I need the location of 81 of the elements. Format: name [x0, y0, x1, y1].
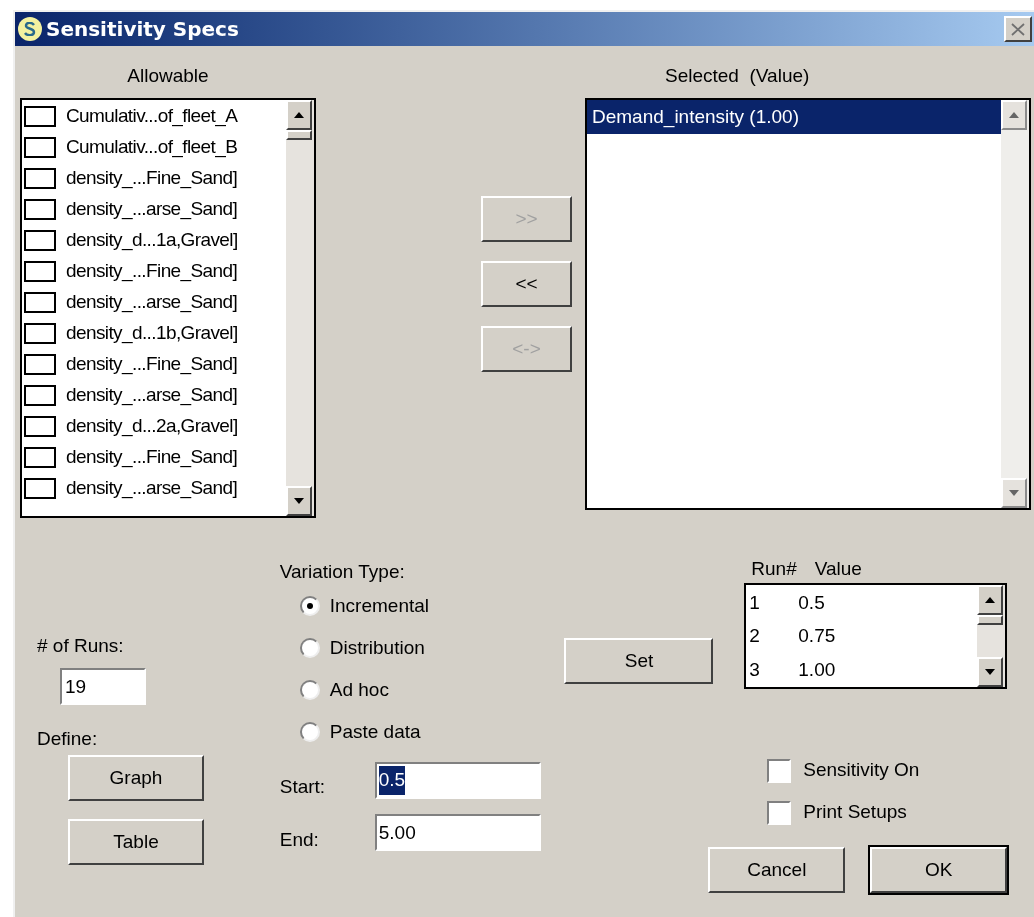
- dialog-button[interactable]: <<: [481, 261, 572, 307]
- table-cell-text: 2: [748, 624, 761, 649]
- table-cell-text: 1.00: [798, 657, 836, 682]
- scroll-up-button[interactable]: [977, 585, 1004, 615]
- checkbox[interactable]: [24, 292, 56, 313]
- up-triangle-icon: [1009, 112, 1019, 118]
- scroll-thumb[interactable]: [977, 615, 1004, 625]
- dialog-button[interactable]: Set: [564, 638, 714, 684]
- runs-label: # of Runs:: [37, 634, 125, 658]
- radio-button[interactable]: [299, 680, 320, 700]
- list-item[interactable]: Demand_intensity (1.00): [587, 100, 1001, 134]
- list-item[interactable]: density_...Fine_Sand]: [24, 256, 286, 287]
- checkbox[interactable]: [24, 168, 56, 189]
- down-triangle-icon: [294, 498, 304, 504]
- radio-option[interactable]: Incremental: [299, 585, 565, 627]
- checkbox[interactable]: [24, 323, 56, 344]
- checkbox[interactable]: [767, 758, 792, 783]
- checkbox[interactable]: [24, 106, 56, 127]
- list-item[interactable]: density_d...1a,Gravel]: [24, 225, 286, 256]
- checkbox[interactable]: [24, 478, 56, 499]
- list-item[interactable]: Cumulativ...of_fleet_A: [24, 101, 286, 132]
- window-title: Sensitivity Specs: [46, 16, 239, 43]
- radio-option[interactable]: Ad hoc: [299, 669, 565, 711]
- list-item[interactable]: density_...arse_Sand]: [24, 194, 286, 225]
- up-triangle-icon: [294, 112, 304, 118]
- down-triangle-icon: [1009, 490, 1019, 496]
- range-label: Start:: [279, 775, 327, 799]
- close-button[interactable]: [1004, 16, 1032, 42]
- checkbox-option[interactable]: Print Setups: [767, 798, 1034, 827]
- radio-option[interactable]: Distribution: [299, 627, 565, 669]
- scroll-down-button[interactable]: [286, 486, 312, 516]
- table-cell-text: 3: [748, 657, 761, 682]
- scroll-up-button[interactable]: [286, 100, 312, 130]
- define-label: Define:: [37, 727, 99, 751]
- list-item[interactable]: Cumulativ...of_fleet_B: [24, 132, 286, 163]
- radio-button[interactable]: [299, 638, 320, 658]
- checkbox[interactable]: [767, 800, 792, 825]
- radio-option[interactable]: Paste data: [299, 711, 565, 753]
- app-icon: [18, 17, 42, 41]
- dialog-button[interactable]: Graph: [68, 755, 204, 801]
- list-item[interactable]: density_...arse_Sand]: [24, 380, 286, 411]
- allowable-label: Allowable: [127, 64, 209, 86]
- checkbox[interactable]: [24, 385, 56, 406]
- checkbox[interactable]: [24, 416, 56, 437]
- range-field[interactable]: 0.5: [374, 761, 541, 799]
- column-header: Run#: [751, 557, 797, 579]
- checkbox[interactable]: [24, 137, 56, 158]
- selected-label: Selected (Value): [665, 65, 810, 86]
- dialog-button[interactable]: OK: [870, 847, 1008, 893]
- checkbox[interactable]: [24, 354, 56, 375]
- list-item[interactable]: density_d...1b,Gravel]: [24, 318, 286, 349]
- checkbox[interactable]: [24, 447, 56, 468]
- table-cell-text: 1: [748, 590, 761, 615]
- list-item[interactable]: density_...Fine_Sand]: [24, 349, 286, 380]
- variation-type-label: Variation Type:: [279, 560, 406, 584]
- down-triangle-icon: [985, 669, 996, 675]
- list-item[interactable]: density_...Fine_Sand]: [24, 163, 286, 194]
- table-cell-text: 0.5: [798, 590, 825, 615]
- up-triangle-icon: [985, 597, 996, 603]
- dialog-button[interactable]: Cancel: [708, 847, 846, 893]
- list-item[interactable]: density_d...2a,Gravel]: [24, 411, 286, 442]
- table-cell-text: 0.75: [798, 624, 836, 649]
- radio-button[interactable]: [299, 722, 320, 742]
- scroll-bar[interactable]: [977, 585, 1006, 687]
- checkbox[interactable]: [24, 261, 56, 282]
- range-label: End:: [279, 827, 320, 852]
- scroll-bar[interactable]: [286, 100, 314, 516]
- scroll-thumb[interactable]: [286, 130, 312, 140]
- checkbox[interactable]: [24, 230, 56, 251]
- range-field[interactable]: 5.00: [374, 814, 541, 852]
- scroll-down-button[interactable]: [977, 657, 1004, 687]
- list-item[interactable]: density_...arse_Sand]: [24, 287, 286, 318]
- list-item[interactable]: density_...Fine_Sand]: [24, 442, 286, 473]
- column-header: Value: [814, 557, 862, 579]
- list-item[interactable]: density_...arse_Sand]: [24, 473, 286, 504]
- close-icon: [1011, 22, 1025, 36]
- checkbox-option[interactable]: Sensitivity On: [767, 756, 1034, 785]
- radio-button[interactable]: [299, 596, 320, 616]
- checkbox[interactable]: [24, 199, 56, 220]
- dialog-button[interactable]: Table: [68, 819, 204, 865]
- runs-field[interactable]: 19: [60, 668, 146, 705]
